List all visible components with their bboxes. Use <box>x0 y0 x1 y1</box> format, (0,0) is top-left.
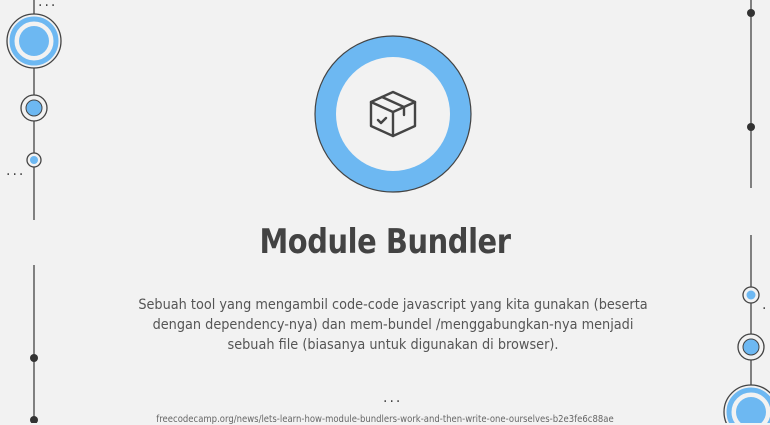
source-link[interactable]: freecodecamp.org/news/lets-learn-how-mod… <box>58 414 713 425</box>
left-medium-node <box>20 94 48 122</box>
description-text: Sebuah tool yang mengambil code-code jav… <box>138 297 648 353</box>
center-ellipsis: ... <box>383 390 403 406</box>
left-large-node <box>6 13 62 69</box>
page-title: Module Bundler <box>259 222 511 262</box>
right-large-node <box>723 384 770 423</box>
decorative-timeline <box>6 0 770 423</box>
left-bottom-dot <box>30 354 38 362</box>
left-small-node <box>26 152 42 168</box>
right-top-dot-2 <box>747 123 755 131</box>
right-medium-node <box>737 333 765 361</box>
right-top-dot <box>747 9 755 17</box>
left-top-ellipsis: ... <box>38 0 58 10</box>
right-small-node <box>742 286 760 304</box>
left-bottom-dot-2 <box>30 416 38 423</box>
left-middle-ellipsis: ... <box>6 163 26 179</box>
right-ellipsis: ... <box>762 297 770 313</box>
